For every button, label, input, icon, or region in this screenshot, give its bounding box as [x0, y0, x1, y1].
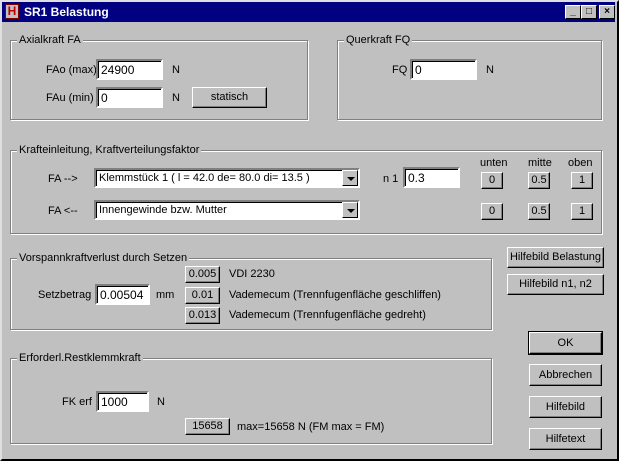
- fa-out-label: FA <--: [48, 205, 78, 217]
- row1-oben-button[interactable]: 1: [571, 172, 593, 189]
- app-icon[interactable]: H: [5, 4, 19, 19]
- row2-oben-button[interactable]: 1: [571, 203, 593, 220]
- fao-input[interactable]: 24900: [96, 59, 163, 80]
- col-mitte-label: mitte: [528, 157, 552, 169]
- fq-input[interactable]: 0: [410, 59, 477, 80]
- row2-mitte-button[interactable]: 0.5: [528, 203, 550, 220]
- querkraft-group: [337, 40, 602, 120]
- col-unten-label: unten: [480, 157, 508, 169]
- restklemmkraft-legend: Erforderl.Restklemmkraft: [17, 352, 143, 364]
- vademecum-gedreht-text: Vademecum (Trennfugenfläche gedreht): [229, 309, 426, 321]
- title-bar[interactable]: H SR1 Belastung _ □ ×: [2, 2, 615, 22]
- fa-in-select[interactable]: Klemmstück 1 ( l = 42.0 de= 80.0 di= 13.…: [94, 168, 360, 188]
- fao-label: FAo (max): [46, 64, 97, 76]
- axialkraft-legend: Axialkraft FA: [17, 34, 83, 46]
- hilfebild-belastung-button[interactable]: Hilfebild Belastung: [507, 247, 604, 268]
- setzbetrag-label: Setzbetrag: [38, 289, 92, 301]
- hilfebild-button[interactable]: Hilfebild: [529, 396, 602, 418]
- fk-erf-label: FK erf: [62, 396, 92, 408]
- maximize-button[interactable]: □: [581, 5, 597, 19]
- fau-label: FAu (min): [46, 92, 94, 104]
- axialkraft-group: [10, 40, 308, 120]
- col-oben-label: oben: [568, 157, 593, 169]
- fk-erf-input[interactable]: 1000: [96, 391, 149, 412]
- fm-max-button[interactable]: 15658: [185, 418, 230, 435]
- chevron-down-icon[interactable]: [342, 170, 358, 186]
- n1-label: n 1: [383, 173, 399, 185]
- row1-mitte-button[interactable]: 0.5: [528, 172, 550, 189]
- krafteinleitung-group: [10, 150, 602, 234]
- vdi-2230-button[interactable]: 0.005: [185, 266, 220, 283]
- fk-erf-unit: N: [157, 396, 165, 408]
- hilfebild-n1-n2-button[interactable]: Hilfebild n1, n2: [507, 274, 604, 295]
- fa-in-select-value: Klemmstück 1 ( l = 42.0 de= 80.0 di= 13.…: [99, 172, 310, 184]
- vademecum-gedreht-button[interactable]: 0.013: [185, 307, 220, 324]
- statisch-button[interactable]: statisch: [192, 87, 267, 108]
- chevron-down-icon[interactable]: [342, 202, 358, 218]
- row2-unten-button[interactable]: 0: [481, 203, 503, 220]
- abbrechen-button[interactable]: Abbrechen: [529, 364, 602, 386]
- querkraft-legend: Querkraft FQ: [344, 34, 413, 46]
- fa-out-select-value: Innengewinde bzw. Mutter: [99, 204, 227, 216]
- fm-max-text: max=15658 N (FM max = FM): [237, 421, 385, 433]
- n1-input[interactable]: 0.3: [403, 167, 460, 188]
- setzbetrag-unit: mm: [156, 289, 175, 301]
- fa-out-select[interactable]: Innengewinde bzw. Mutter: [94, 200, 360, 220]
- close-button[interactable]: ×: [599, 5, 615, 19]
- vademecum-geschliffen-button[interactable]: 0.01: [185, 287, 220, 304]
- vorspann-legend: Vorspannkraftverlust durch Setzen: [17, 252, 190, 264]
- fq-label: FQ: [392, 64, 408, 76]
- fau-unit: N: [172, 92, 180, 104]
- fao-unit: N: [172, 64, 180, 76]
- ok-button[interactable]: OK: [528, 331, 603, 355]
- fau-input[interactable]: 0: [96, 87, 163, 108]
- fa-in-label: FA -->: [48, 173, 78, 185]
- row1-unten-button[interactable]: 0: [481, 172, 503, 189]
- minimize-button[interactable]: _: [565, 5, 581, 19]
- setzbetrag-input[interactable]: 0.00504: [95, 284, 150, 305]
- krafteinleitung-legend: Krafteinleitung, Kraftverteilungsfaktor: [17, 144, 202, 156]
- vdi-2230-text: VDI 2230: [229, 268, 275, 280]
- fq-unit: N: [486, 64, 494, 76]
- hilfetext-button[interactable]: Hilfetext: [529, 428, 602, 450]
- window-title: SR1 Belastung: [24, 5, 109, 19]
- vademecum-geschliffen-text: Vademecum (Trennfugenfläche geschliffen): [229, 289, 441, 301]
